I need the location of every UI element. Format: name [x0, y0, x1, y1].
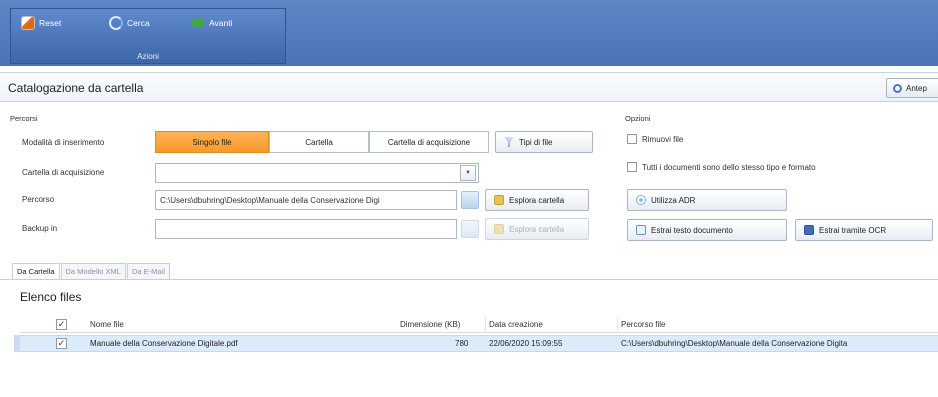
- file-size-cell: 780: [455, 339, 469, 348]
- mode-label: Modalità di inserimento: [22, 138, 105, 147]
- mode-cartella-acquisizione[interactable]: Cartella di acquisizione: [369, 131, 489, 153]
- percorsi-section-label: Percorsi: [10, 114, 38, 123]
- file-types-button[interactable]: Tipi di file: [495, 131, 593, 153]
- remove-files-option[interactable]: Rimuovi file: [627, 134, 683, 144]
- same-type-label: Tutti i documenti sono dello stesso tipo…: [642, 162, 816, 172]
- column-header-created[interactable]: Data creazione: [489, 320, 543, 329]
- extract-text-label: Estrai testo documento: [651, 225, 733, 235]
- acquisition-folder-select[interactable]: [155, 163, 479, 183]
- explore-folder-button[interactable]: Esplora cartella: [485, 189, 589, 211]
- select-all-checkbox[interactable]: ✓: [56, 319, 67, 330]
- folder-icon: [494, 224, 504, 234]
- backup-input[interactable]: [155, 219, 457, 239]
- file-created-cell: 22/06/2020 15:09:55: [489, 339, 563, 348]
- reset-icon: [21, 16, 35, 30]
- ribbon-group-label: Azioni: [137, 52, 159, 61]
- tab-da-cartella[interactable]: Da Cartella: [12, 263, 60, 279]
- mode-cartella[interactable]: Cartella: [269, 131, 369, 153]
- column-divider: [485, 317, 486, 333]
- filter-icon: [504, 137, 514, 147]
- ocr-scan-icon: [804, 225, 814, 235]
- mode-cartella-acquisizione-label: Cartella di acquisizione: [387, 137, 471, 147]
- same-type-checkbox[interactable]: [627, 162, 637, 172]
- path-input[interactable]: C:\Users\dbuhring\Desktop\Manuale della …: [155, 190, 457, 210]
- mode-cartella-label: Cartella: [305, 137, 333, 147]
- mode-singolo-file[interactable]: Singolo file: [155, 131, 269, 153]
- column-header-size[interactable]: Dimensione (KB): [400, 320, 460, 329]
- file-name-cell: Manuale della Conservazione Digitale.pdf: [90, 339, 238, 348]
- document-icon: [636, 225, 646, 235]
- acquisition-folder-label: Cartella di acquisizione: [22, 168, 105, 177]
- backup-browse-icon: [461, 220, 479, 238]
- refresh-icon: [109, 16, 123, 30]
- extract-ocr-button[interactable]: Estrai tramite OCR: [795, 219, 933, 241]
- avanti-label: Avanti: [209, 18, 233, 28]
- folder-browse-icon[interactable]: [461, 191, 479, 209]
- tab-da-email[interactable]: Da E-Mail: [126, 263, 170, 279]
- ribbon: Reset Cerca Avanti Azioni: [0, 0, 938, 66]
- adr-icon: [636, 195, 646, 205]
- preview-label: Antep: [906, 83, 927, 93]
- chevron-down-icon[interactable]: ▼: [460, 165, 476, 181]
- row-checkbox[interactable]: ✓: [56, 338, 67, 349]
- folder-icon: [494, 195, 504, 205]
- column-header-name[interactable]: Nome file: [90, 320, 124, 329]
- magnifier-icon: [893, 83, 902, 93]
- forward-arrow-icon: [191, 16, 205, 30]
- use-adr-label: Utilizza ADR: [651, 195, 696, 205]
- page-title: Catalogazione da cartella: [8, 81, 144, 95]
- file-types-label: Tipi di file: [519, 137, 553, 147]
- use-adr-button[interactable]: Utilizza ADR: [627, 189, 787, 211]
- reset-label: Reset: [39, 18, 62, 28]
- tab-da-modello-xml[interactable]: Da Modello XML: [60, 263, 126, 279]
- reset-button[interactable]: Reset: [21, 15, 61, 31]
- remove-files-checkbox[interactable]: [627, 134, 637, 144]
- column-divider: [617, 317, 618, 333]
- extract-text-button[interactable]: Estrai testo documento: [627, 219, 787, 241]
- table-row[interactable]: ✓ Manuale della Conservazione Digitale.p…: [20, 335, 938, 352]
- extract-ocr-label: Estrai tramite OCR: [819, 225, 887, 235]
- files-list-title: Elenco files: [20, 290, 82, 304]
- file-path-cell: C:\Users\dbuhring\Desktop\Manuale della …: [621, 339, 848, 348]
- cerca-button[interactable]: Cerca: [109, 15, 150, 31]
- avanti-button[interactable]: Avanti: [191, 15, 232, 31]
- explore-backup-button: Esplora cartella: [485, 218, 589, 240]
- explore-backup-label: Esplora cartella: [509, 224, 565, 234]
- path-label: Percorso: [22, 195, 55, 204]
- mode-singolo-file-label: Singolo file: [192, 137, 232, 147]
- backup-label: Backup in: [22, 224, 58, 233]
- title-bar: Catalogazione da cartella Antep: [0, 72, 938, 102]
- preview-button[interactable]: Antep: [886, 78, 938, 98]
- files-grid-header: ✓ Nome file Dimensione (KB) Data creazio…: [20, 317, 938, 333]
- tab-divider: [0, 279, 938, 280]
- opzioni-section-label: Opzioni: [625, 114, 651, 123]
- cerca-label: Cerca: [127, 18, 150, 28]
- source-tabs: Da Cartella Da Modello XML Da E-Mail: [12, 263, 171, 279]
- ribbon-group-azioni: Reset Cerca Avanti Azioni: [10, 8, 286, 64]
- explore-folder-label: Esplora cartella: [509, 195, 565, 205]
- column-header-path[interactable]: Percorso file: [621, 320, 665, 329]
- same-type-option[interactable]: Tutti i documenti sono dello stesso tipo…: [627, 162, 816, 172]
- remove-files-label: Rimuovi file: [642, 134, 684, 144]
